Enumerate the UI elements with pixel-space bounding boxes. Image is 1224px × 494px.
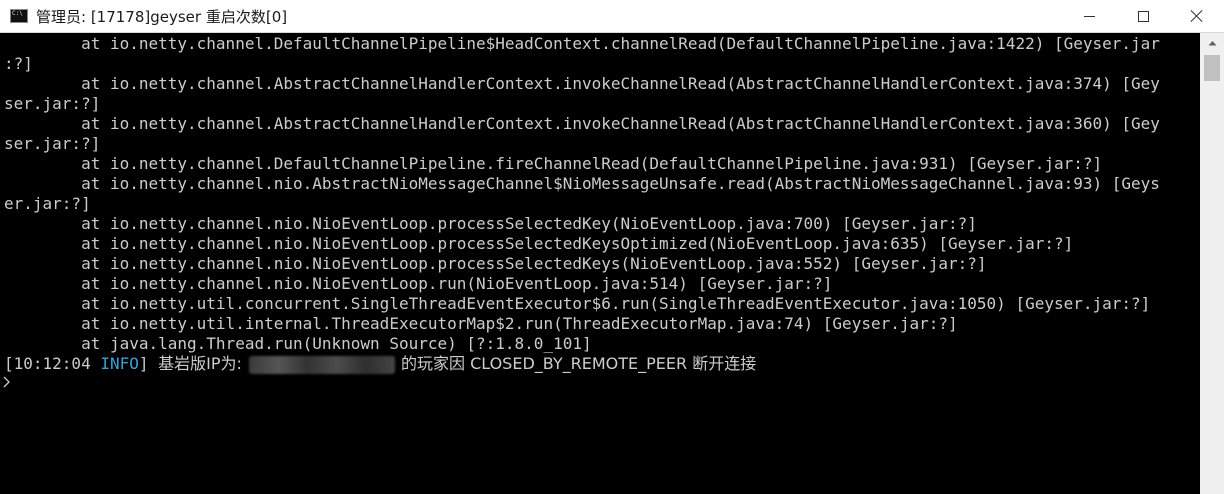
minimize-button[interactable] — [1062, 0, 1116, 32]
console-line: at java.lang.Thread.run(Unknown Source) … — [4, 334, 592, 353]
vertical-scrollbar[interactable] — [1200, 33, 1224, 494]
console-line: at io.netty.channel.DefaultChannelPipeli… — [4, 154, 1103, 173]
console-line: at io.netty.channel.AbstractChannelHandl… — [4, 74, 1160, 93]
console-line: at io.netty.channel.AbstractChannelHandl… — [4, 114, 1160, 133]
scroll-up-button[interactable] — [1200, 33, 1224, 53]
redacted-ip — [248, 355, 395, 374]
log-message-prefix: 基岩版IP为: — [158, 354, 247, 373]
console-line: at io.netty.channel.nio.NioEventLoop.pro… — [4, 254, 987, 273]
maximize-button[interactable] — [1116, 0, 1170, 32]
console-line: ser.jar:?] — [4, 94, 101, 113]
console-line: at io.netty.util.concurrent.SingleThread… — [4, 294, 1151, 313]
console-line: at io.netty.util.internal.ThreadExecutor… — [4, 314, 958, 333]
window-title: 管理员: [17178]geyser 重启次数[0] — [36, 7, 288, 26]
scrollbar-thumb[interactable] — [1204, 55, 1220, 81]
log-bracket: ] — [138, 354, 159, 373]
maximize-icon — [1137, 10, 1149, 22]
log-line-disconnect: [10:12:04 INFO] 基岩版IP为: 的玩家因 CLOSED_BY_R… — [4, 354, 756, 374]
console-line: at io.netty.channel.nio.AbstractNioMessa… — [4, 174, 1160, 193]
console-app-icon[interactable] — [10, 9, 28, 23]
console-output[interactable]: at io.netty.channel.DefaultChannelPipeli… — [0, 33, 1200, 494]
prompt-chevron-icon — [3, 376, 10, 388]
console-line: at io.netty.channel.nio.NioEventLoop.run… — [4, 274, 833, 293]
console-line: :?] — [4, 54, 33, 73]
minimize-icon — [1083, 15, 1095, 17]
console-line: at io.netty.channel.nio.NioEventLoop.pro… — [4, 214, 977, 233]
input-prompt[interactable] — [2, 374, 12, 390]
title-bar[interactable]: 管理员: [17178]geyser 重启次数[0] — [0, 0, 1224, 33]
log-message-suffix: 的玩家因 CLOSED_BY_REMOTE_PEER 断开连接 — [400, 354, 757, 373]
console-line: at io.netty.channel.nio.NioEventLoop.pro… — [4, 234, 1074, 253]
log-level-info: INFO — [100, 354, 139, 373]
log-timestamp: [10:12:04 — [4, 354, 101, 373]
console-line: er.jar:?] — [4, 194, 91, 213]
console-line: at io.netty.channel.DefaultChannelPipeli… — [4, 34, 1160, 53]
window-controls — [1062, 0, 1224, 32]
close-button[interactable] — [1170, 0, 1224, 32]
close-icon — [1190, 9, 1204, 23]
chevron-up-icon — [1208, 41, 1216, 46]
console-line: ser.jar:?] — [4, 134, 101, 153]
